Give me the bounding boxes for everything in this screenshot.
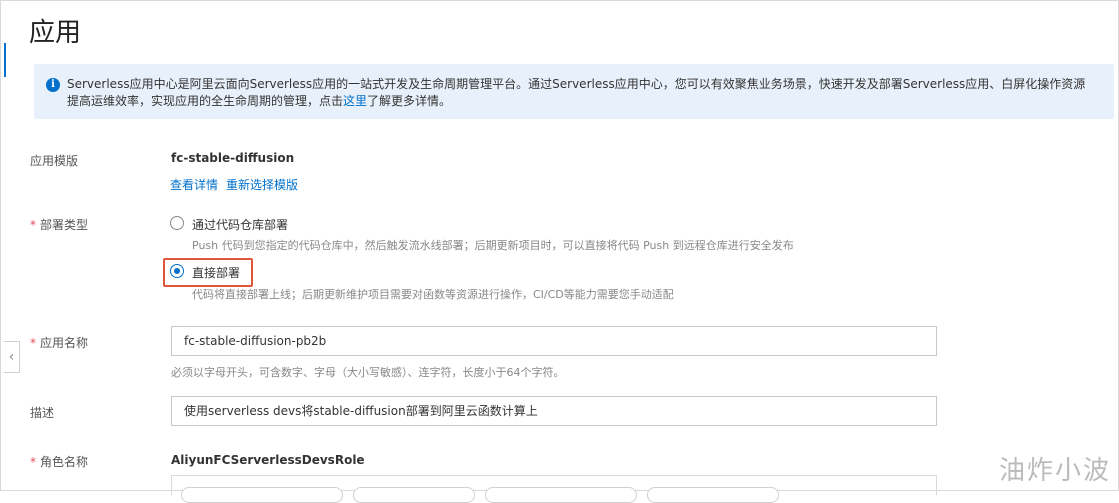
role-option[interactable] [353, 487, 475, 503]
notice-text: Serverless应用中心是阿里云面向Serverless应用的一站式开发及生… [67, 76, 1097, 110]
description-input[interactable]: 使用serverless devs将stable-diffusion部署到阿里云… [171, 396, 937, 426]
role-name-value: AliyunFCServerlessDevsRole [171, 453, 365, 467]
app-name-input[interactable]: fc-stable-diffusion-pb2b [171, 326, 937, 356]
radio-direct-deploy-label[interactable]: 直接部署 [192, 264, 240, 281]
reselect-template-link[interactable]: 重新选择模版 [226, 176, 298, 193]
template-value: fc-stable-diffusion [171, 151, 295, 165]
active-nav-indicator [4, 43, 6, 77]
app-form-panel: 应用 i Serverless应用中心是阿里云面向Serverless应用的一站… [0, 0, 1119, 503]
template-label: 应用模版 [30, 154, 79, 168]
role-name-label: * 角色名称 [30, 455, 89, 469]
info-icon: i [46, 78, 60, 92]
notice-link[interactable]: 这里 [343, 94, 367, 108]
description-label: 描述 [30, 406, 55, 420]
radio-repo-deploy-label[interactable]: 通过代码仓库部署 [192, 216, 288, 233]
notice-text-before: Serverless应用中心是阿里云面向Serverless应用的一站式开发及生… [67, 77, 1086, 108]
chevron-left-icon[interactable]: ‹ [4, 341, 20, 373]
page-title: 应用 [29, 18, 82, 48]
app-name-label: * 应用名称 [30, 336, 89, 350]
view-details-link[interactable]: 查看详情 [170, 176, 218, 193]
app-name-hint: 必须以字母开头，可含数字、字母（大小写敏感）、连字符，长度小于64个字符。 [171, 366, 565, 379]
radio-direct-deploy[interactable] [170, 264, 184, 278]
info-notice: i Serverless应用中心是阿里云面向Serverless应用的一站式开发… [34, 64, 1114, 119]
role-option[interactable] [485, 487, 637, 503]
role-option[interactable] [181, 487, 343, 503]
radio-repo-deploy[interactable] [170, 216, 184, 230]
repo-deploy-hint: Push 代码到您指定的代码仓库中，然后触发流水线部署；后期更新项目时，可以直接… [192, 239, 794, 252]
deploy-type-label: * 部署类型 [30, 218, 89, 232]
watermark: 油炸小波 [998, 456, 1111, 486]
notice-text-after: 了解更多详情。 [367, 94, 452, 108]
required-mark: * [30, 218, 36, 232]
direct-deploy-hint: 代码将直接部署上线；后期更新维护项目需要对函数等资源进行操作，CI/CD等能力需… [192, 288, 674, 301]
role-option[interactable] [647, 487, 779, 503]
